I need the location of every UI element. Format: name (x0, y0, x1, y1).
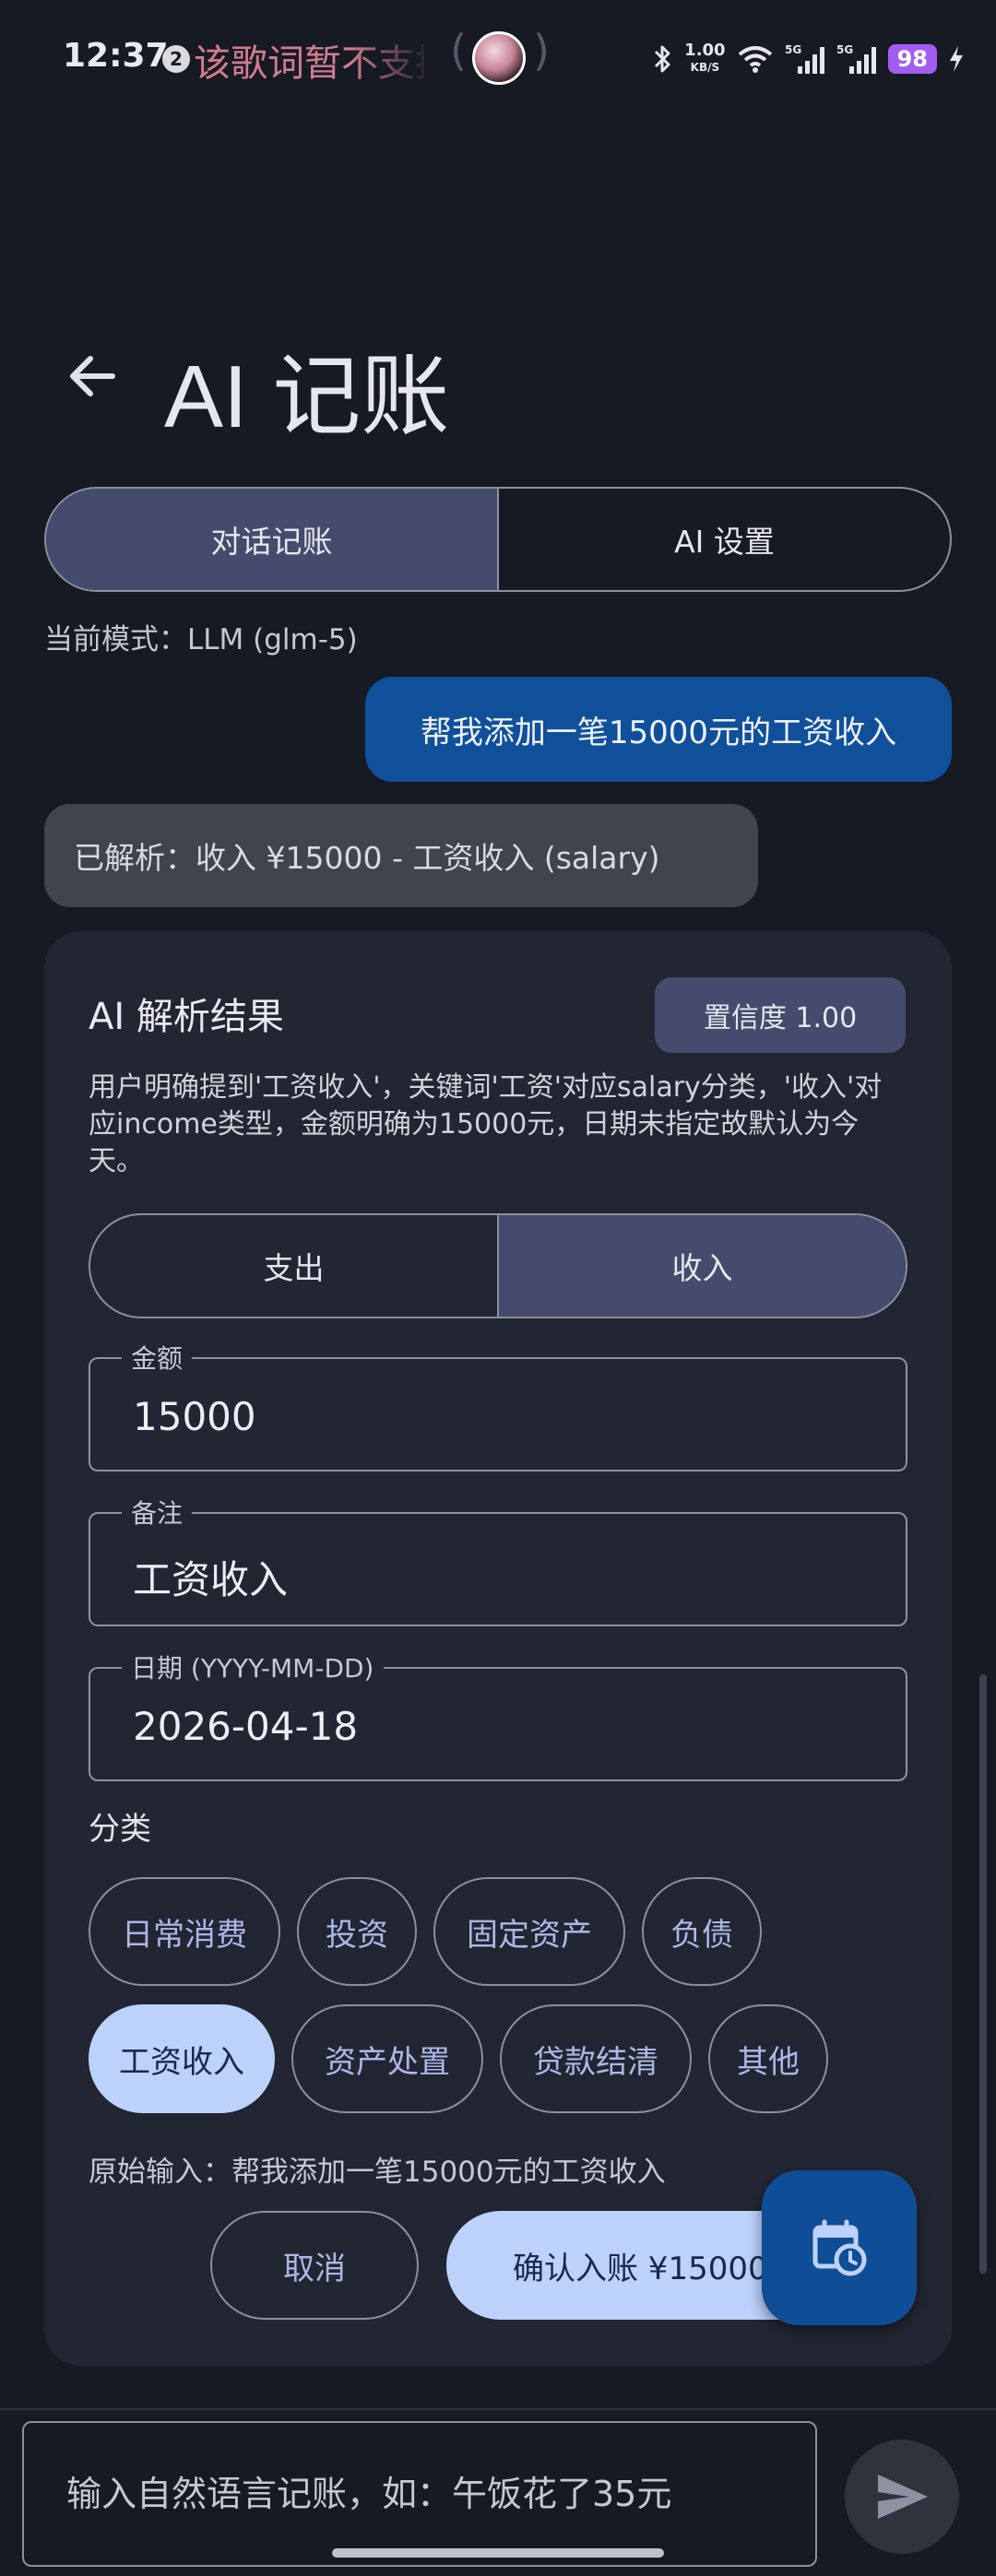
category-chip-daily[interactable]: 日常消费 (89, 1877, 280, 1986)
cancel-button[interactable]: 取消 (210, 2211, 419, 2320)
scrollbar[interactable] (979, 1674, 987, 2274)
page-title: AI 记账 (164, 348, 450, 446)
status-bar: 12:37 2 该歌词暂不支持 ( ) 1.00KB/S 5G 5G 98 (0, 0, 996, 120)
back-arrow-icon (70, 356, 115, 396)
bluetooth-icon (655, 45, 670, 73)
parse-reasoning: 用户明确提到'工资收入'，关键词'工资'对应salary分类，'收入'对应inc… (89, 1071, 883, 1177)
svg-text:5G: 5G (836, 43, 853, 56)
signal-5g-icon: 5G (836, 43, 876, 74)
calendar-clock-icon (812, 2219, 867, 2276)
category-title: 分类 (89, 1811, 151, 1848)
note-field[interactable]: 备注 工资收入 (89, 1494, 907, 1626)
back-button[interactable] (65, 349, 120, 404)
status-icons: 1.00 KB/S 5G 5G 98 (651, 37, 965, 81)
notification-badge: 2 (162, 45, 190, 73)
amount-value[interactable]: 15000 (133, 1394, 256, 1439)
raw-input-text: 原始输入：帮我添加一笔15000元的工资收入 (89, 2156, 666, 2189)
ai-message-bubble: 已解析：收入 ¥15000 - 工资收入 (salary) (44, 804, 758, 907)
amount-label: 金额 (122, 1339, 193, 1376)
paren-left-icon: ( (450, 26, 467, 76)
album-avatar (472, 31, 526, 85)
date-value[interactable]: 2026-04-18 (133, 1704, 358, 1749)
music-capsule[interactable]: ( ) (450, 26, 551, 89)
chat-input[interactable] (22, 2421, 817, 2567)
type-expense-button[interactable]: 支出 (90, 1215, 497, 1317)
send-button[interactable] (845, 2440, 959, 2554)
confidence-badge: 置信度 1.00 (655, 977, 906, 1053)
category-chip-loan-payoff[interactable]: 贷款结清 (500, 2004, 692, 2113)
paren-right-icon: ) (533, 26, 550, 76)
svg-text:5G: 5G (785, 43, 801, 56)
status-time: 12:37 (63, 37, 169, 75)
result-title: AI 解析结果 (89, 996, 284, 1038)
signal-5g-icon: 5G (785, 43, 824, 74)
tab-ai-settings[interactable]: AI 设置 (497, 489, 950, 590)
date-field[interactable]: 日期 (YYYY-MM-DD) 2026-04-18 (89, 1648, 907, 1781)
parse-result-card: AI 解析结果 置信度 1.00 用户明确提到'工资收入'，关键词'工资'对应s… (44, 931, 952, 2366)
type-toggle: 支出 收入 (89, 1213, 907, 1318)
net-speed: 1.00 KB/S (684, 41, 726, 75)
current-mode: 当前模式：LLM (glm-5) (44, 623, 358, 656)
category-chip-asset-disposal[interactable]: 资产处置 (291, 2004, 483, 2113)
category-chip-investment[interactable]: 投资 (297, 1877, 417, 1986)
wifi-icon (738, 46, 772, 73)
user-message-bubble: 帮我添加一笔15000元的工资收入 (365, 677, 952, 782)
battery-level: 98 (887, 44, 937, 74)
date-label: 日期 (YYYY-MM-DD) (122, 1648, 384, 1685)
type-income-button[interactable]: 收入 (497, 1215, 906, 1317)
category-chip-other[interactable]: 其他 (708, 2004, 828, 2113)
amount-field[interactable]: 金额 15000 (89, 1339, 907, 1471)
note-value[interactable]: 工资收入 (133, 1549, 288, 1605)
lyric-fade (350, 28, 433, 83)
schedule-fab[interactable] (762, 2170, 917, 2325)
note-label: 备注 (122, 1494, 193, 1530)
home-indicator[interactable] (332, 2548, 664, 2558)
send-icon (878, 2475, 928, 2519)
category-chip-salary[interactable]: 工资收入 (89, 2004, 275, 2113)
main-tabs: 对话记账 AI 设置 (44, 487, 952, 592)
category-chip-fixed-assets[interactable]: 固定资产 (433, 1877, 625, 1986)
bottom-divider (0, 2408, 996, 2410)
tab-chat-bookkeeping[interactable]: 对话记账 (46, 489, 497, 590)
charging-icon (950, 46, 963, 72)
category-chip-liability[interactable]: 负债 (642, 1877, 762, 1986)
